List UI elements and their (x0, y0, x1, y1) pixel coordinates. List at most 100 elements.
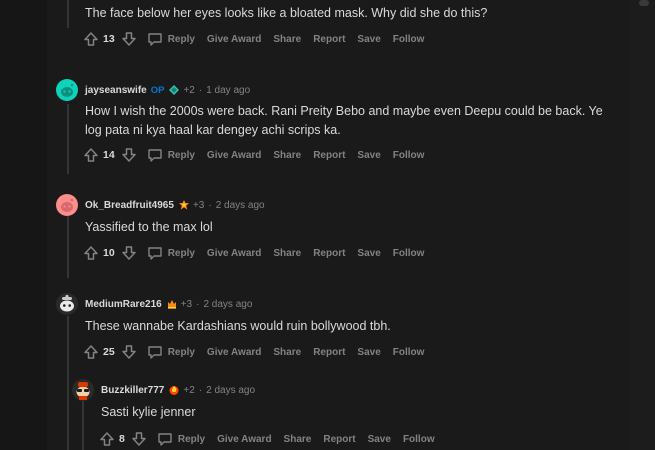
avatar[interactable] (56, 194, 78, 216)
give-award-button[interactable]: Give Award (207, 347, 261, 358)
follow-button[interactable]: Follow (393, 248, 425, 259)
share-button[interactable]: Share (273, 248, 301, 259)
award-flair-icon (169, 85, 180, 95)
comment-header: MediumRare216 +3 · 2 days ago (56, 292, 252, 316)
vote-score: 25 (103, 346, 115, 358)
upvote-icon[interactable] (83, 344, 99, 360)
save-button[interactable]: Save (357, 34, 380, 45)
save-button[interactable]: Save (357, 347, 380, 358)
give-award-button[interactable]: Give Award (207, 34, 261, 45)
comment-body: Yassified to the max lol (85, 220, 213, 234)
op-badge: OP (150, 84, 165, 96)
upvote-icon[interactable] (99, 431, 115, 447)
downvote-icon[interactable] (131, 431, 147, 447)
thread-line[interactable] (82, 400, 84, 450)
follow-button[interactable]: Follow (403, 434, 435, 445)
thread-line[interactable] (67, 216, 69, 278)
give-award-button[interactable]: Give Award (207, 150, 261, 161)
save-button[interactable]: Save (357, 248, 380, 259)
thread-line[interactable] (67, 0, 69, 28)
comment-body: Sasti kylie jenner (101, 405, 196, 419)
snoo-avatar-icon (76, 382, 90, 400)
comment-username[interactable]: Buzzkiller777 (101, 385, 164, 396)
comment-username[interactable]: Ok_Breadfruit4965 (85, 200, 174, 211)
comment-time[interactable]: 2 days ago (216, 200, 265, 211)
downvote-icon[interactable] (121, 344, 137, 360)
comment-actions: 8 Reply Give Award Share Report Save Fol… (99, 429, 447, 449)
downvote-icon[interactable] (121, 147, 137, 163)
karma-count: +3 (180, 298, 193, 310)
follow-button[interactable]: Follow (393, 34, 425, 45)
reply-button[interactable]: Reply (147, 344, 195, 360)
follow-button[interactable]: Follow (393, 150, 425, 161)
comment-header: Buzzkiller777 +2 · 2 days ago (72, 378, 255, 402)
share-button[interactable]: Share (273, 347, 301, 358)
award-flair-icon (167, 300, 176, 309)
reply-label: Reply (167, 33, 195, 45)
comment-icon (158, 433, 172, 446)
comment-username[interactable]: MediumRare216 (85, 299, 162, 310)
comment-actions: 13 Reply Give Award Share Report Save Fo… (83, 29, 436, 49)
comment-actions: 25 Reply Give Award Share Report Save Fo… (83, 342, 436, 362)
reply-label: Reply (167, 247, 195, 259)
report-button[interactable]: Report (313, 248, 345, 259)
follow-button[interactable]: Follow (393, 347, 425, 358)
comment-icon (147, 33, 162, 46)
share-button[interactable]: Share (284, 434, 312, 445)
report-button[interactable]: Report (313, 34, 345, 45)
karma-count: +2 (183, 84, 195, 96)
award-flair-icon (178, 200, 189, 210)
avatar[interactable] (56, 79, 78, 101)
award-flair-icon (169, 386, 179, 395)
comment-icon (147, 149, 162, 162)
comment-icon (147, 346, 162, 359)
thread-line[interactable] (67, 104, 69, 174)
snoo-avatar-icon (61, 198, 74, 212)
vote-score: 10 (103, 247, 115, 259)
comment-thread-panel: The face below her eyes looks like a blo… (47, 0, 630, 450)
comment-icon (147, 247, 162, 260)
vote-score: 8 (119, 433, 125, 445)
separator-dot: · (198, 384, 203, 396)
vote-score: 14 (103, 149, 115, 161)
separator-dot: · (198, 84, 203, 96)
share-button[interactable]: Share (273, 150, 301, 161)
reply-button[interactable]: Reply (147, 245, 195, 261)
separator-dot: · (196, 298, 200, 310)
report-button[interactable]: Report (323, 434, 355, 445)
scrollbar-thumb[interactable] (639, 0, 649, 6)
avatar[interactable] (56, 293, 78, 315)
upvote-icon[interactable] (83, 245, 99, 261)
upvote-icon[interactable] (83, 31, 99, 47)
save-button[interactable]: Save (368, 434, 391, 445)
karma-count: +3 (192, 199, 205, 211)
separator-dot: · (208, 199, 212, 211)
report-button[interactable]: Report (313, 347, 345, 358)
reply-button[interactable]: Reply (147, 147, 195, 163)
karma-count: +2 (183, 384, 195, 396)
downvote-icon[interactable] (121, 245, 137, 261)
upvote-icon[interactable] (83, 147, 99, 163)
comment-time[interactable]: 2 days ago (203, 299, 252, 310)
comment-time[interactable]: 2 days ago (206, 385, 255, 396)
scrollbar[interactable] (630, 0, 655, 450)
snoo-avatar-icon (61, 83, 74, 97)
comment-time[interactable]: 1 day ago (206, 85, 250, 96)
snoo-avatar-icon (60, 294, 74, 312)
downvote-icon[interactable] (121, 31, 137, 47)
give-award-button[interactable]: Give Award (217, 434, 271, 445)
reply-button[interactable]: Reply (147, 31, 195, 47)
reply-button[interactable]: Reply (157, 431, 205, 447)
share-button[interactable]: Share (273, 34, 301, 45)
reply-label: Reply (177, 433, 206, 445)
comment-body: These wannabe Kardashians would ruin bol… (85, 319, 391, 333)
comments-page: The face below her eyes looks like a blo… (0, 0, 655, 450)
report-button[interactable]: Report (313, 150, 345, 161)
avatar[interactable] (72, 379, 94, 401)
thread-line[interactable] (67, 316, 69, 450)
reply-label: Reply (167, 346, 195, 358)
give-award-button[interactable]: Give Award (207, 248, 261, 259)
save-button[interactable]: Save (357, 150, 380, 161)
reply-label: Reply (167, 149, 195, 161)
comment-username[interactable]: jayseanswife (85, 85, 147, 96)
